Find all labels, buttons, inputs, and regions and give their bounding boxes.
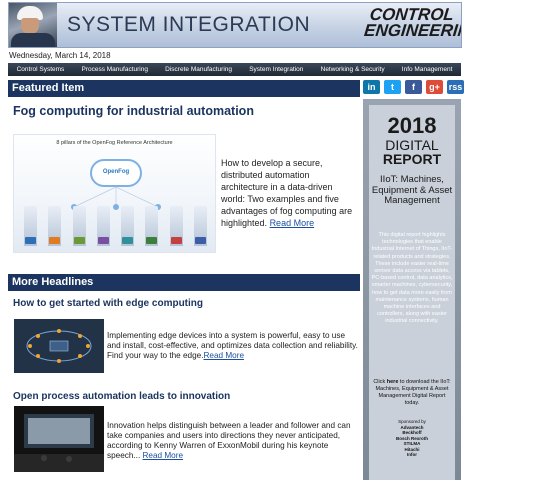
story-read-more-link[interactable]: Read More — [204, 351, 245, 360]
google-plus-icon[interactable]: g+ — [426, 80, 443, 94]
report-topic: IIoT: Machines, Equipment & Asset Manage… — [371, 174, 453, 206]
report-description: This digital report highlights technolog… — [371, 232, 453, 325]
digital-report-panel: 2018 DIGITAL REPORT IIoT: Machines, Equi… — [369, 105, 455, 480]
date-label: Wednesday, March 14, 2018 — [9, 51, 111, 60]
keynote-scene — [14, 406, 104, 472]
story-title[interactable]: Open process automation leads to innovat… — [13, 391, 230, 402]
story-summary: Innovation helps distinguish between a l… — [107, 421, 351, 460]
nav-item-control-systems[interactable]: Control Systems — [17, 66, 65, 73]
site-banner[interactable]: SYSTEM INTEGRATION CONTROL ENGINEERING — [8, 2, 462, 48]
nav-item-system-integration[interactable]: System Integration — [249, 66, 303, 73]
linkedin-icon[interactable]: in — [363, 80, 380, 94]
report-download-text: Click here to download the IIoT: Machine… — [373, 379, 451, 406]
featured-section-header: Featured Item — [8, 80, 360, 97]
main-nav: Control Systems Process Manufacturing Di… — [8, 63, 461, 76]
report-label: REPORT — [382, 151, 442, 167]
pillars-graphic — [24, 202, 207, 246]
nav-item-networking-security[interactable]: Networking & Security — [321, 66, 385, 73]
keynote-photo[interactable] — [14, 406, 104, 472]
facebook-icon[interactable]: f — [405, 80, 422, 94]
report-year: 2018 — [387, 113, 437, 138]
story-title[interactable]: How to get started with edge computing — [13, 298, 203, 309]
nav-item-process-manufacturing[interactable]: Process Manufacturing — [81, 66, 147, 73]
edge-computing-image[interactable] — [14, 319, 104, 373]
more-headlines-section-header: More Headlines — [8, 274, 360, 291]
nav-item-info-management[interactable]: Info Management — [402, 66, 453, 73]
report-sponsors: Sponsored by Advantech Beckhoff Bosch Re… — [395, 419, 428, 457]
featured-title[interactable]: Fog computing for industrial automation — [13, 104, 254, 118]
featured-image[interactable]: 8 pillars of the OpenFog Reference Archi… — [13, 134, 216, 253]
social-links: in t f g+ rss — [363, 80, 464, 94]
banner-photo — [9, 3, 57, 47]
story-summary: Implementing edge devices into a system … — [107, 331, 358, 360]
featured-read-more-link[interactable]: Read More — [270, 218, 315, 228]
edge-diagram — [14, 319, 104, 373]
control-engineering-logo[interactable]: CONTROL ENGINEERING — [363, 5, 461, 40]
story-read-more-link[interactable]: Read More — [143, 451, 184, 460]
twitter-icon[interactable]: t — [384, 80, 401, 94]
report-download-link[interactable]: here — [387, 379, 399, 385]
nav-item-discrete-manufacturing[interactable]: Discrete Manufacturing — [165, 66, 232, 73]
digital-report-ad[interactable]: 2018 DIGITAL REPORT IIoT: Machines, Equi… — [363, 99, 461, 480]
rss-icon[interactable]: rss — [447, 80, 464, 94]
featured-summary: How to develop a secure, distributed aut… — [221, 158, 353, 228]
banner-title: SYSTEM INTEGRATION — [67, 13, 311, 36]
